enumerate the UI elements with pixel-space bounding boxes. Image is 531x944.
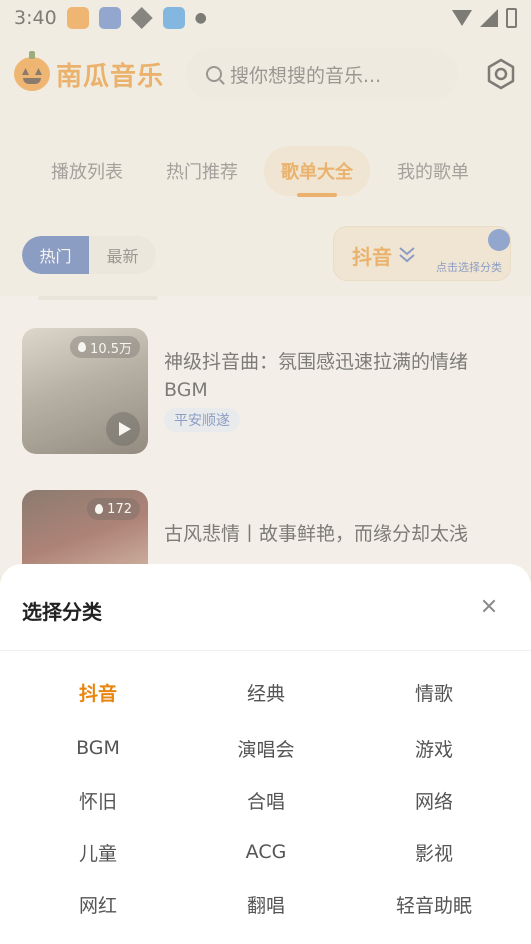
category-option[interactable]: 游戏 [350,728,518,768]
category-option[interactable]: 情歌 [350,672,518,712]
category-option[interactable]: 影视 [350,832,518,872]
close-icon[interactable] [479,596,499,616]
category-option[interactable]: 儿童 [14,832,182,872]
category-option[interactable]: 网络 [350,780,518,820]
sheet-divider [0,650,531,651]
category-option[interactable]: 轻音助眠 [350,884,518,924]
category-option[interactable]: 翻唱 [182,884,350,924]
sheet-title: 选择分类 [22,600,102,624]
category-option[interactable]: ACG [182,832,350,872]
category-option[interactable]: 演唱会 [182,728,350,768]
category-option[interactable]: BGM [14,728,182,768]
category-option[interactable]: 网红 [14,884,182,924]
category-option[interactable]: 经典 [182,672,350,712]
category-option[interactable]: 抖音 [14,672,182,712]
category-sheet: 选择分类 抖音 经典 情歌 BGM 演唱会 游戏怀旧 合唱 网络儿童 ACG 影视网红 翻唱 轻音助眠 [0,564,531,944]
category-option[interactable]: 怀旧 [14,780,182,820]
category-option[interactable]: 合唱 [182,780,350,820]
